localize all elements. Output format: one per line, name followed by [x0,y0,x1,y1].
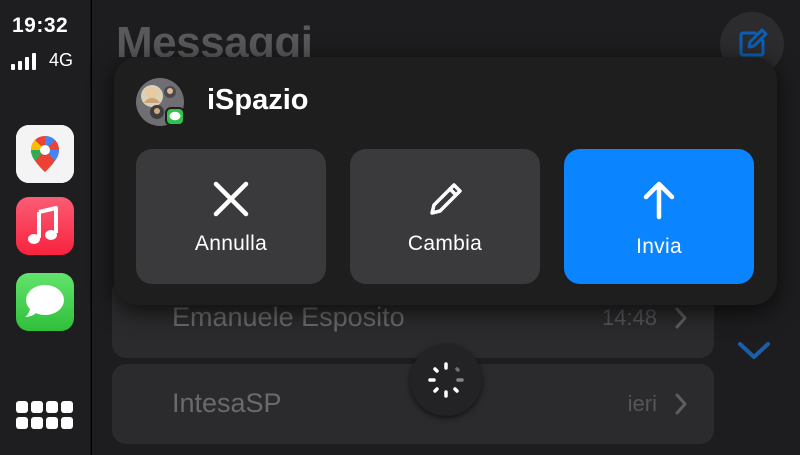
speech-bubble-graphic [25,285,64,317]
loading-indicator [410,344,482,416]
messages-icon[interactable] [16,273,74,331]
maps-pin-graphic [16,125,74,183]
music-icon[interactable] [16,197,74,255]
group-avatar-icon [136,78,185,126]
chevron-right-icon [675,307,687,329]
edit-label: Cambia [407,232,483,255]
edit-button[interactable]: Cambia [350,149,540,284]
cancel-button[interactable]: Annulla [136,149,326,284]
arrow-up-icon [643,181,675,220]
send-button[interactable]: Invia [564,149,754,284]
send-message-dialog: iSpazio Annulla Cambia Invia [114,57,777,305]
status-time: 19:32 [12,14,69,37]
music-note-graphic [28,206,58,244]
spinner-icon [428,362,464,398]
maps-icon[interactable] [16,125,74,183]
chevron-right-icon [675,393,687,415]
grid-icon[interactable] [16,401,76,435]
conversation-time: 14:48 [601,305,657,330]
send-label: Invia [636,235,682,258]
conversation-time: ieri [627,391,657,416]
chevron-down-icon[interactable] [736,338,772,362]
cancel-label: Annulla [194,232,268,255]
contact-name: iSpazio [207,84,309,116]
network-type: 4G [49,50,74,70]
pencil-icon [430,183,462,215]
conversation-name: Emanuele Esposito [172,302,405,332]
close-icon [213,181,249,217]
signal-strength-icon [11,52,36,70]
conversation-name: IntesaSP [172,388,282,418]
compose-icon [739,28,768,57]
sidebar: 19:32 4G [0,0,91,455]
avatar [135,77,185,127]
